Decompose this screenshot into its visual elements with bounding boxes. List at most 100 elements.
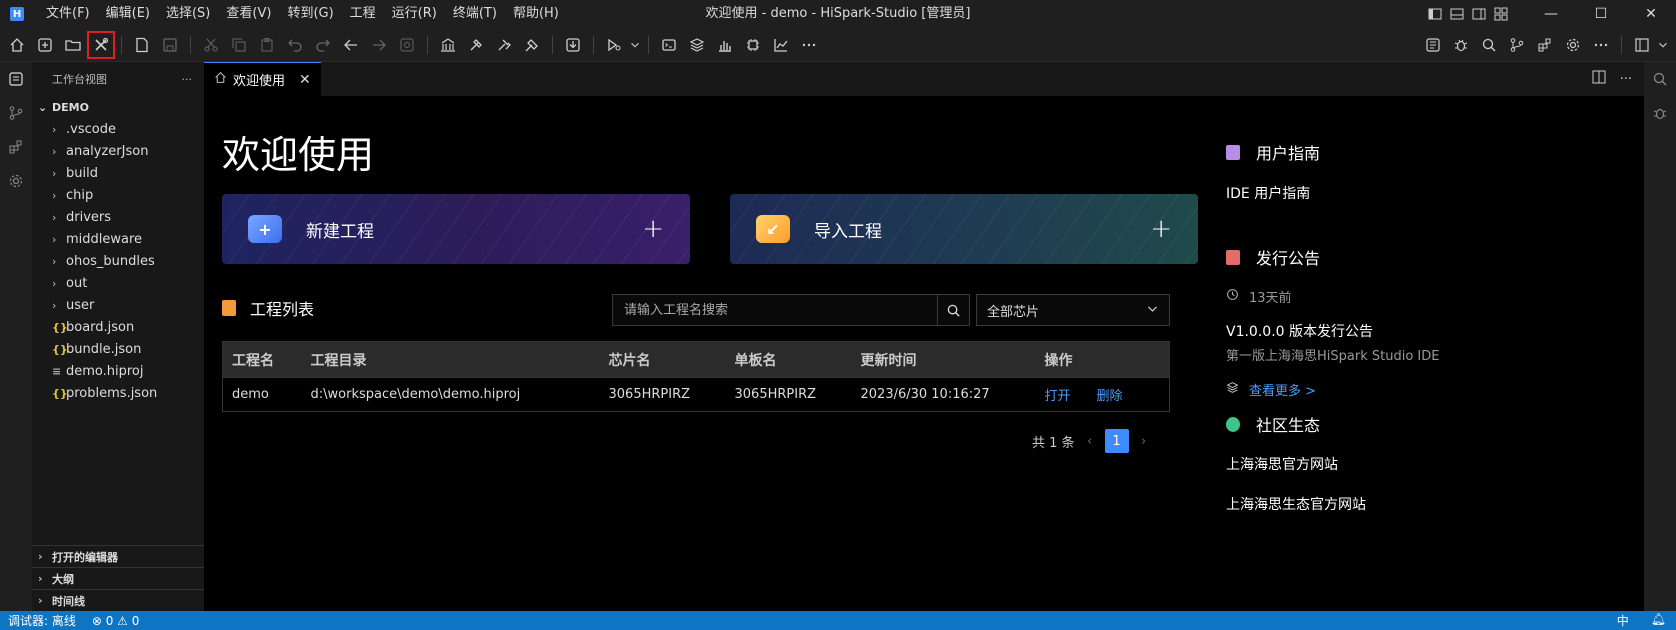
import-project-card[interactable]: ↙ 导入工程 + bbox=[730, 194, 1198, 264]
tree-folder[interactable]: › middleware bbox=[32, 228, 204, 250]
tree-folder[interactable]: › ohos_bundles bbox=[32, 250, 204, 272]
source-control-icon[interactable] bbox=[0, 96, 32, 130]
customize-layout-icon[interactable] bbox=[1490, 0, 1512, 28]
home-icon[interactable] bbox=[3, 31, 31, 59]
settings-icon[interactable] bbox=[0, 164, 32, 198]
tree-folder[interactable]: › out bbox=[32, 272, 204, 294]
prev-page-icon[interactable]: ‹ bbox=[1075, 434, 1105, 449]
source-control-icon[interactable] bbox=[1503, 31, 1531, 59]
tree-file[interactable]: {} board.json bbox=[32, 316, 204, 338]
hisilicon-official-link[interactable]: 上海海思官方网站 bbox=[1226, 454, 1626, 474]
tree-file[interactable]: {} problems.json bbox=[32, 382, 204, 404]
clean-icon[interactable] bbox=[518, 31, 546, 59]
debugger-status[interactable]: 调试器: 离线 bbox=[0, 612, 84, 629]
chip-filter-select[interactable]: 全部芯片 bbox=[976, 294, 1170, 326]
menu-go[interactable]: 转到(G) bbox=[279, 0, 341, 28]
terminal-icon[interactable] bbox=[655, 31, 683, 59]
open-project-link[interactable]: 打开 bbox=[1045, 389, 1071, 404]
search-icon[interactable] bbox=[1644, 62, 1676, 96]
open-folder-icon[interactable] bbox=[59, 31, 87, 59]
problems-status[interactable]: ⊗ 0 ⚠ 0 bbox=[84, 614, 148, 628]
menu-edit[interactable]: 编辑(E) bbox=[98, 0, 158, 28]
search-icon[interactable] bbox=[1475, 31, 1503, 59]
minimize-button[interactable]: — bbox=[1526, 0, 1576, 28]
new-project-icon[interactable] bbox=[31, 31, 59, 59]
ide-guide-link[interactable]: IDE 用户指南 bbox=[1226, 183, 1626, 203]
tree-folder[interactable]: › analyzerJson bbox=[32, 140, 204, 162]
cut-icon[interactable] bbox=[197, 31, 225, 59]
new-project-card[interactable]: + 新建工程 + bbox=[222, 194, 690, 264]
view-more-link[interactable]: 查看更多 > bbox=[1249, 380, 1316, 399]
panel-layout-icon[interactable] bbox=[1628, 31, 1656, 59]
tab-welcome[interactable]: 欢迎使用 ✕ bbox=[204, 62, 321, 96]
tree-folder[interactable]: › build bbox=[32, 162, 204, 184]
tree-root-demo[interactable]: ⌄ DEMO bbox=[32, 96, 204, 118]
split-editor-icon[interactable] bbox=[1592, 70, 1606, 88]
debug-config-icon[interactable] bbox=[600, 31, 628, 59]
maximize-button[interactable]: ☐ bbox=[1576, 0, 1626, 28]
rebuild-icon[interactable] bbox=[490, 31, 518, 59]
page-number[interactable]: 1 bbox=[1104, 429, 1129, 453]
outline-icon[interactable] bbox=[1419, 31, 1447, 59]
tree-folder[interactable]: › chip bbox=[32, 184, 204, 206]
table-row[interactable]: demo d:\workspace\demo\demo.hiproj 3065H… bbox=[222, 377, 1170, 412]
search-input[interactable] bbox=[613, 295, 937, 325]
explorer-more-button[interactable]: ··· bbox=[182, 73, 193, 86]
chevron-down-icon[interactable] bbox=[628, 31, 642, 59]
new-file-icon[interactable] bbox=[128, 31, 156, 59]
extensions-icon[interactable] bbox=[1531, 31, 1559, 59]
input-language[interactable]: 中 bbox=[1617, 612, 1629, 629]
toggle-sidebar-icon[interactable] bbox=[1424, 0, 1446, 28]
save-icon[interactable] bbox=[156, 31, 184, 59]
tree-folder[interactable]: › drivers bbox=[32, 206, 204, 228]
tree-file[interactable]: ≡ demo.hiproj bbox=[32, 360, 204, 382]
hisilicon-eco-link[interactable]: 上海海思生态官方网站 bbox=[1226, 494, 1626, 514]
copy-icon[interactable] bbox=[225, 31, 253, 59]
menu-view[interactable]: 查看(V) bbox=[218, 0, 279, 28]
bar-chart-icon[interactable] bbox=[711, 31, 739, 59]
tree-folder[interactable]: › .vscode bbox=[32, 118, 204, 140]
build-icon[interactable] bbox=[462, 31, 490, 59]
explorer-icon[interactable] bbox=[0, 62, 32, 96]
close-button[interactable]: ✕ bbox=[1626, 0, 1676, 28]
menu-terminal[interactable]: 终端(T) bbox=[445, 0, 505, 28]
download-icon[interactable] bbox=[559, 31, 587, 59]
menu-help[interactable]: 帮助(H) bbox=[505, 0, 567, 28]
debug-icon[interactable] bbox=[1644, 96, 1676, 130]
forward-icon[interactable] bbox=[365, 31, 393, 59]
chevron-down-icon[interactable] bbox=[1656, 31, 1670, 59]
section-timeline[interactable]: › 时间线 bbox=[32, 589, 204, 611]
menu-project[interactable]: 工程 bbox=[342, 0, 384, 28]
chip-icon[interactable] bbox=[739, 31, 767, 59]
debug-icon[interactable] bbox=[1447, 31, 1475, 59]
layers-icon[interactable] bbox=[683, 31, 711, 59]
tree-file[interactable]: {} bundle.json bbox=[32, 338, 204, 360]
paste-icon[interactable] bbox=[253, 31, 281, 59]
section-open-editors[interactable]: › 打开的编辑器 bbox=[32, 545, 204, 567]
editor-more-icon[interactable]: ··· bbox=[1620, 72, 1632, 87]
section-outline[interactable]: › 大纲 bbox=[32, 567, 204, 589]
notifications-icon[interactable]: 🔔︎ bbox=[1651, 612, 1666, 629]
next-page-icon[interactable]: › bbox=[1129, 434, 1159, 449]
more-actions-icon[interactable] bbox=[1587, 31, 1615, 59]
redo-icon[interactable] bbox=[309, 31, 337, 59]
extensions-icon[interactable] bbox=[0, 130, 32, 164]
tab-close-icon[interactable]: ✕ bbox=[299, 72, 311, 88]
menu-selection[interactable]: 选择(S) bbox=[158, 0, 218, 28]
search-button[interactable] bbox=[937, 295, 969, 325]
tree-folder[interactable]: › user bbox=[32, 294, 204, 316]
tools-button[interactable] bbox=[87, 30, 115, 59]
menu-file[interactable]: 文件(F) bbox=[38, 0, 98, 28]
build-all-icon[interactable] bbox=[434, 31, 462, 59]
undo-icon[interactable] bbox=[281, 31, 309, 59]
toggle-secondary-sidebar-icon[interactable] bbox=[1468, 0, 1490, 28]
back-icon[interactable] bbox=[337, 31, 365, 59]
menu-run[interactable]: 运行(R) bbox=[384, 0, 445, 28]
line-chart-icon[interactable] bbox=[767, 31, 795, 59]
more-icon[interactable] bbox=[795, 31, 823, 59]
find-in-file-icon[interactable] bbox=[393, 31, 421, 59]
toggle-panel-icon[interactable] bbox=[1446, 0, 1468, 28]
delete-project-link[interactable]: 删除 bbox=[1097, 389, 1123, 404]
release-version-link[interactable]: V1.0.0.0 版本发行公告 bbox=[1226, 321, 1626, 341]
gear-icon[interactable] bbox=[1559, 31, 1587, 59]
